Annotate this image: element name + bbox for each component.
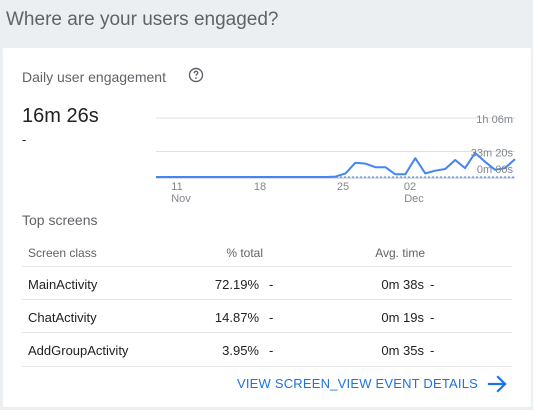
x-tick-label: 18 xyxy=(254,181,266,193)
page-title: Where are your users engaged? xyxy=(6,9,279,30)
metric-value: 16m 26s xyxy=(22,105,99,127)
avg-time-delta: - xyxy=(430,277,435,292)
top-screens-title: Top screens xyxy=(22,212,98,228)
help-icon[interactable] xyxy=(188,67,204,83)
avg-time-delta: - xyxy=(430,310,435,325)
column-header-pct-total: % total xyxy=(226,246,263,260)
pct-total-delta: - xyxy=(269,277,274,292)
table-row: AddGroupActivity 3.95% - 0m 35s - xyxy=(22,333,512,365)
view-event-details-link[interactable]: VIEW SCREEN_VIEW EVENT DETAILS xyxy=(237,376,478,391)
pct-total-value: 72.19% xyxy=(214,277,259,292)
column-header-avg-time: Avg. time xyxy=(375,246,425,260)
screen-name: MainActivity xyxy=(28,277,98,292)
divider xyxy=(22,366,512,367)
y-tick-label: 1h 06m xyxy=(476,114,513,126)
engagement-card: Daily user engagement 16m 26s - 1h 06m 33… xyxy=(3,48,531,407)
card-title: Daily user engagement xyxy=(22,69,166,85)
arrow-right-icon[interactable] xyxy=(487,375,509,393)
table-header: Screen class % total Avg. time xyxy=(22,238,512,267)
pct-total-value: 3.95% xyxy=(222,343,259,358)
avg-time-value: 0m 35s xyxy=(381,343,424,358)
x-tick-label: 25 xyxy=(337,181,349,193)
avg-time-value: 0m 19s xyxy=(381,310,424,325)
pct-total-value: 14.87% xyxy=(214,310,259,325)
column-header-screen-class: Screen class xyxy=(28,246,97,260)
x-tick-month-label: Nov xyxy=(171,193,191,205)
table-row: ChatActivity 14.87% - 0m 19s - xyxy=(22,300,512,333)
screen-name: ChatActivity xyxy=(28,310,97,325)
x-tick-month-label: Dec xyxy=(404,193,424,205)
x-tick-label: 02 xyxy=(404,181,416,193)
avg-time-delta: - xyxy=(430,343,435,358)
pct-total-delta: - xyxy=(269,310,274,325)
screen-name: AddGroupActivity xyxy=(28,343,129,358)
table-row: MainActivity 72.19% - 0m 38s - xyxy=(22,267,512,300)
top-screens-table: Screen class % total Avg. time MainActiv… xyxy=(22,238,512,365)
pct-total-delta: - xyxy=(269,343,274,358)
avg-time-value: 0m 38s xyxy=(381,277,424,292)
y-tick-label: 0m 00s xyxy=(477,164,514,176)
x-tick-label: 11 xyxy=(171,181,182,193)
engagement-chart: 1h 06m 33m 20s 0m 00s 11Nov 18 25 02Dec xyxy=(156,114,516,205)
y-tick-label: 33m 20s xyxy=(471,148,514,160)
metric-delta: - xyxy=(22,132,27,147)
series-line xyxy=(156,151,516,178)
